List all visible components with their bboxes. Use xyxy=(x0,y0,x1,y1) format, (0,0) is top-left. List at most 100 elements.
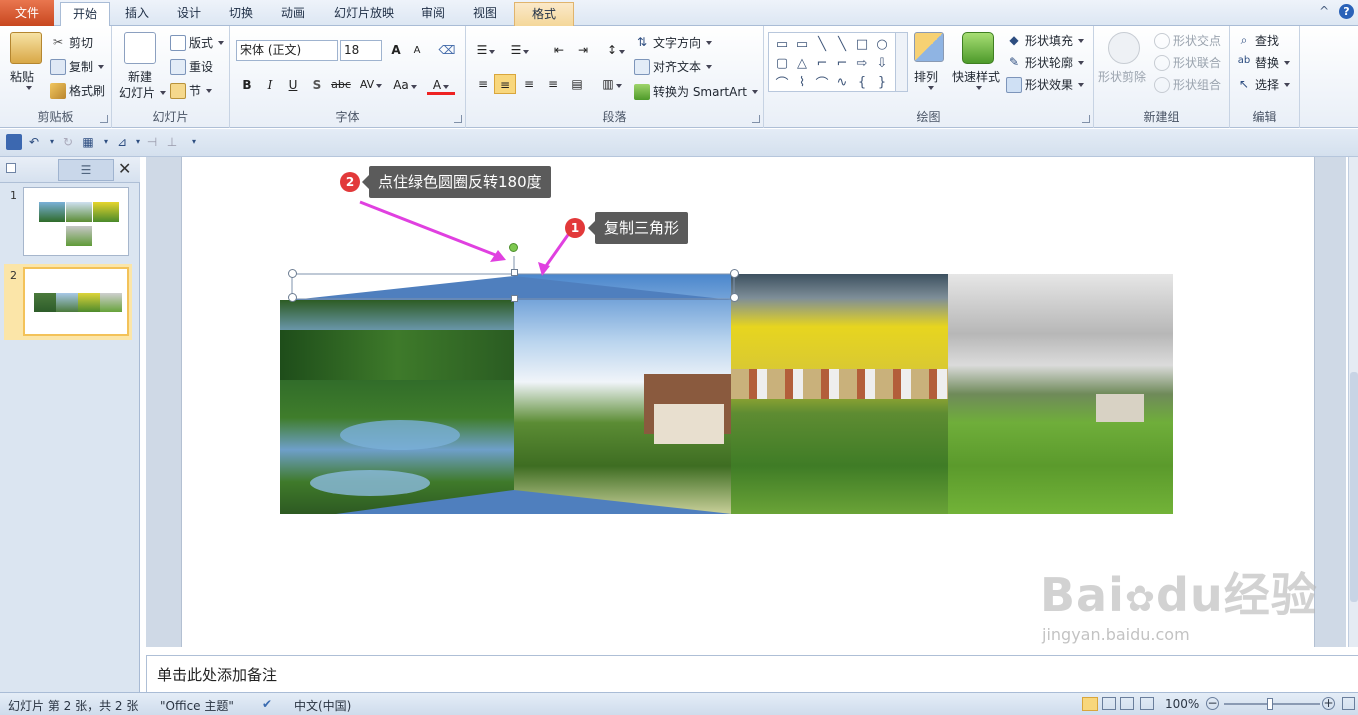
select-button[interactable]: ↖ 选择 xyxy=(1236,76,1291,93)
italic-button[interactable]: I xyxy=(259,75,281,95)
shapes-gallery-scroll[interactable] xyxy=(895,33,907,91)
line-spacing-button[interactable]: ↕ xyxy=(602,40,630,60)
resize-handle-se[interactable] xyxy=(730,293,739,302)
convert-smartart-button[interactable]: 转换为 SmartArt xyxy=(634,83,758,100)
slides-from-outline-icon[interactable]: ▦ xyxy=(80,134,96,150)
tab-review[interactable]: 审阅 xyxy=(410,2,456,26)
normal-view-icon[interactable] xyxy=(1082,697,1098,711)
resize-handle-s[interactable] xyxy=(511,295,518,302)
reset-button[interactable]: 重设 xyxy=(170,58,213,75)
redo-icon[interactable]: ↻ xyxy=(60,134,76,150)
new-slide-button[interactable]: 幻灯片 xyxy=(119,84,167,101)
justify-button[interactable]: ≡ xyxy=(542,74,564,94)
tab-transitions[interactable]: 切换 xyxy=(218,2,264,26)
arrange-dropdown[interactable] xyxy=(926,86,934,90)
fit-to-window-icon[interactable] xyxy=(1342,697,1355,710)
grow-font-button[interactable]: A xyxy=(385,40,407,60)
cut-button[interactable]: ✂ 剪切 xyxy=(50,34,93,51)
new-slide-label-line1[interactable]: 新建 xyxy=(128,68,152,85)
minimize-ribbon-icon[interactable]: ^ xyxy=(1319,4,1329,18)
paste-button[interactable]: 粘贴 xyxy=(10,68,34,85)
zoom-level[interactable]: 100% xyxy=(1165,697,1199,711)
char-spacing-button[interactable]: AV xyxy=(356,75,386,95)
underline-button[interactable]: U xyxy=(282,75,304,95)
shape-elbow-arrow-icon[interactable]: ⌐ xyxy=(833,54,851,72)
zoom-slider-thumb[interactable] xyxy=(1267,698,1273,710)
reading-view-icon[interactable] xyxy=(1120,697,1134,710)
quick-styles-dropdown[interactable] xyxy=(974,86,982,90)
shape-subtract-button[interactable]: 形状剪除 xyxy=(1098,68,1146,85)
rotation-handle[interactable] xyxy=(509,243,518,252)
spell-check-icon[interactable]: ✔ xyxy=(262,697,272,711)
increase-indent-button[interactable]: ⇥ xyxy=(572,40,594,60)
numbering-button[interactable]: ☰ xyxy=(506,40,534,60)
slide-thumbnail-1[interactable]: 1 xyxy=(4,187,132,259)
slideshow-view-icon[interactable] xyxy=(1140,697,1154,710)
shapes-gallery[interactable]: ▭ ▭ ╲ ╲ □ ○ ▢ △ ⌐ ⌐ ⇨ ⇩ ⌒ ⌇ ⌒ ∿{} xyxy=(768,32,908,92)
clear-format-button[interactable]: ⌫ xyxy=(436,40,458,60)
tab-format[interactable]: 格式 xyxy=(514,2,574,26)
change-case-button[interactable]: Aa xyxy=(390,75,420,95)
clipboard-launcher-icon[interactable] xyxy=(100,115,108,123)
customize-qat-icon[interactable]: ▾ xyxy=(186,134,202,150)
shape-curve-icon[interactable]: ⌒ xyxy=(813,73,831,92)
shape-vtextbox-icon[interactable]: ▭ xyxy=(793,35,811,53)
scroll-thumb[interactable] xyxy=(1350,372,1358,602)
font-size-select[interactable]: 18 xyxy=(340,40,382,61)
shape-outline-button[interactable]: ✎ 形状轮廓 xyxy=(1006,54,1085,71)
shape-triangle-icon[interactable]: △ xyxy=(793,54,811,72)
tab-home[interactable]: 开始 xyxy=(60,2,110,27)
shape-line-icon[interactable]: ╲ xyxy=(813,35,831,53)
decrease-indent-button[interactable]: ⇤ xyxy=(548,40,570,60)
align-text-button[interactable]: 对齐文本 xyxy=(634,58,713,75)
shape-left-brace-icon[interactable]: { xyxy=(853,73,871,91)
slide-thumbnail-2[interactable]: 2 xyxy=(4,267,132,339)
notes-pane[interactable]: 单击此处添加备注 xyxy=(146,655,1358,692)
paragraph-launcher-icon[interactable] xyxy=(752,115,760,123)
align-right-button[interactable]: ≡ xyxy=(518,74,540,94)
shape-intersect-button[interactable]: 形状交点 xyxy=(1154,32,1221,49)
shape-arc-icon[interactable]: ⌒ xyxy=(773,73,791,92)
tab-animations[interactable]: 动画 xyxy=(270,2,316,26)
shadow-button[interactable]: S xyxy=(306,75,328,95)
align-objects-icon[interactable]: ⊿ xyxy=(114,134,130,150)
outline-tab-icon[interactable]: ☰ xyxy=(58,159,114,181)
bottom-triangle[interactable] xyxy=(336,490,732,514)
shape-union-button[interactable]: 形状联合 xyxy=(1154,54,1221,71)
shape-right-brace-icon[interactable]: } xyxy=(873,73,891,91)
copy-button[interactable]: 复制 xyxy=(50,58,105,75)
shape-freeform-icon[interactable]: ⌇ xyxy=(793,73,811,91)
save-icon[interactable] xyxy=(6,134,22,150)
arrange-button[interactable]: 排列 xyxy=(914,68,938,85)
distributed-button[interactable]: ▤ xyxy=(566,74,588,94)
resize-handle-n[interactable] xyxy=(511,269,518,276)
text-direction-button[interactable]: ⇅ 文字方向 xyxy=(634,34,713,51)
shape-right-arrow-icon[interactable]: ⇨ xyxy=(853,54,871,72)
format-painter-button[interactable]: 格式刷 xyxy=(50,82,105,99)
section-button[interactable]: 节 xyxy=(170,82,213,99)
strikethrough-button[interactable]: abc xyxy=(330,75,352,95)
align-center-button[interactable]: ≡ xyxy=(494,74,516,94)
vertical-scrollbar[interactable] xyxy=(1348,157,1358,647)
font-name-select[interactable]: 宋体 (正文) xyxy=(236,40,338,61)
shape-elbow-icon[interactable]: ⌐ xyxy=(813,54,831,72)
quick-styles-button[interactable]: 快速样式 xyxy=(952,68,1000,85)
font-launcher-icon[interactable] xyxy=(454,115,462,123)
shrink-font-button[interactable]: A xyxy=(406,41,428,61)
language-indicator[interactable]: 中文(中国) xyxy=(294,697,351,714)
tab-slideshow[interactable]: 幻灯片放映 xyxy=(322,2,406,26)
shape-rounded-rect-icon[interactable]: ▢ xyxy=(773,54,791,72)
layout-button[interactable]: 版式 xyxy=(170,34,225,51)
shape-textbox-icon[interactable]: ▭ xyxy=(773,35,791,53)
distribute-vertical-icon[interactable]: ⊥ xyxy=(164,134,180,150)
slide-sorter-view-icon[interactable] xyxy=(1102,697,1116,710)
font-color-button[interactable]: A xyxy=(427,75,455,95)
resize-handle-sw[interactable] xyxy=(288,293,297,302)
tab-view[interactable]: 视图 xyxy=(462,2,508,26)
align-left-button[interactable]: ≡ xyxy=(472,74,494,94)
undo-dropdown-icon[interactable]: ▾ xyxy=(44,134,60,150)
tab-insert[interactable]: 插入 xyxy=(114,2,160,26)
shape-fill-button[interactable]: ◆ 形状填充 xyxy=(1006,32,1085,49)
close-panel-icon[interactable]: ✕ xyxy=(118,159,131,178)
shape-arrow-line-icon[interactable]: ╲ xyxy=(833,35,851,53)
